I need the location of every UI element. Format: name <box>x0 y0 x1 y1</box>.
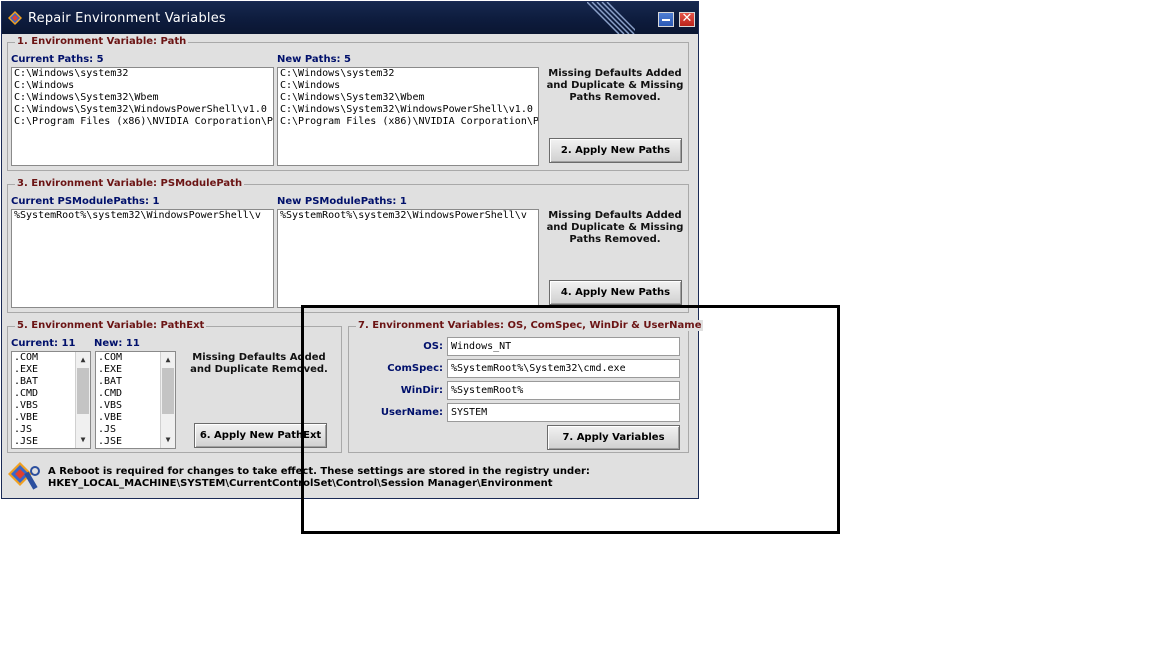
list-item[interactable]: C:\Windows <box>278 80 538 92</box>
current-pathext-label: Current: 11 <box>11 338 76 349</box>
apply-new-psmodulepaths-button[interactable]: 4. Apply New Paths <box>549 280 682 305</box>
path-group-legend: 1. Environment Variable: Path <box>15 36 189 47</box>
title-decoration <box>587 2 635 34</box>
reboot-notice: A Reboot is required for changes to take… <box>48 466 590 477</box>
new-pathext-scrollbar[interactable]: ▲ ▼ <box>160 352 175 448</box>
list-item[interactable]: C:\Windows\System32\WindowsPowerShell\v1… <box>12 104 273 116</box>
current-psmodulepaths-list[interactable]: %SystemRoot%\system32\WindowsPowerShell\… <box>11 209 274 308</box>
repair-environment-variables-window: Repair Environment Variables ✕ 1. Enviro… <box>1 1 704 499</box>
apply-new-paths-button[interactable]: 2. Apply New Paths <box>549 138 682 163</box>
apply-new-pathext-button[interactable]: 6. Apply New PathExt <box>194 423 327 448</box>
current-pathext-scrollbar[interactable]: ▲ ▼ <box>75 352 90 448</box>
scroll-down-arrow-icon[interactable]: ▼ <box>161 433 175 447</box>
new-psmodulepaths-label: New PSModulePaths: 1 <box>277 196 407 207</box>
comspec-field[interactable]: %SystemRoot%\System32\cmd.exe <box>447 359 680 378</box>
path-group: 1. Environment Variable: Path Current Pa… <box>7 36 689 171</box>
title-bar[interactable]: Repair Environment Variables ✕ <box>2 2 698 34</box>
variables-group: 7. Environment Variables: OS, ComSpec, W… <box>348 320 704 453</box>
current-paths-label: Current Paths: 5 <box>11 54 104 65</box>
scroll-thumb[interactable] <box>77 368 89 414</box>
pathext-group: 5. Environment Variable: PathExt Current… <box>7 320 342 453</box>
scroll-up-arrow-icon[interactable]: ▲ <box>161 353 175 367</box>
list-item[interactable]: C:\Program Files (x86)\NVIDIA Corporatio… <box>278 116 538 128</box>
list-item[interactable]: C:\Windows\System32\Wbem <box>278 92 538 104</box>
scroll-down-arrow-icon[interactable]: ▼ <box>76 433 90 447</box>
current-psmodulepaths-label: Current PSModulePaths: 1 <box>11 196 160 207</box>
scroll-thumb[interactable] <box>162 368 174 414</box>
minimize-button[interactable] <box>658 12 674 27</box>
list-item[interactable]: C:\Windows\system32 <box>278 68 538 80</box>
registry-path: HKEY_LOCAL_MACHINE\SYSTEM\CurrentControl… <box>48 478 553 489</box>
apply-variables-button[interactable]: 7. Apply Variables <box>547 425 680 450</box>
username-field[interactable]: SYSTEM <box>447 403 680 422</box>
path-note: Missing Defaults Added and Duplicate & Mi… <box>546 68 684 103</box>
new-pathext-label: New: 11 <box>94 338 140 349</box>
new-psmodulepaths-list[interactable]: %SystemRoot%\system32\WindowsPowerShell\… <box>277 209 539 308</box>
app-icon <box>8 11 22 25</box>
variables-group-legend: 7. Environment Variables: OS, ComSpec, W… <box>356 320 704 331</box>
current-pathext-list[interactable]: .COM .EXE .BAT .CMD .VBS .VBE .JS .JSE ▲ ▼ <box>11 351 91 449</box>
comspec-label: ComSpec: <box>387 363 443 374</box>
list-item[interactable]: %SystemRoot%\system32\WindowsPowerShell\… <box>278 210 538 222</box>
windir-field[interactable]: %SystemRoot% <box>447 381 680 400</box>
psmodulepath-group: 3. Environment Variable: PSModulePath Cu… <box>7 178 689 313</box>
list-item[interactable]: C:\Windows\system32 <box>12 68 273 80</box>
psmodulepath-note: Missing Defaults Added and Duplicate & Mi… <box>546 210 684 245</box>
close-button[interactable]: ✕ <box>679 12 695 27</box>
list-item[interactable]: C:\Program Files (x86)\NVIDIA Corporatio… <box>12 116 273 128</box>
new-paths-list[interactable]: C:\Windows\system32 C:\Windows C:\Windows\… <box>277 67 539 166</box>
scroll-up-arrow-icon[interactable]: ▲ <box>76 353 90 367</box>
psmodulepath-group-legend: 3. Environment Variable: PSModulePath <box>15 178 245 189</box>
os-field[interactable]: Windows_NT <box>447 337 680 356</box>
new-paths-label: New Paths: 5 <box>277 54 351 65</box>
list-item[interactable]: C:\Windows <box>12 80 273 92</box>
os-label: OS: <box>423 341 443 352</box>
new-pathext-list[interactable]: .COM .EXE .BAT .CMD .VBS .VBE .JS .JSE ▲ ▼ <box>95 351 176 449</box>
windir-label: WinDir: <box>400 385 443 396</box>
window-title: Repair Environment Variables <box>28 11 226 26</box>
username-label: UserName: <box>380 407 443 418</box>
pathext-group-legend: 5. Environment Variable: PathExt <box>15 320 207 331</box>
current-paths-list[interactable]: C:\Windows\system32 C:\Windows C:\Windows\… <box>11 67 274 166</box>
tools-icon <box>8 462 40 490</box>
list-item[interactable]: C:\Windows\System32\Wbem <box>12 92 273 104</box>
list-item[interactable]: %SystemRoot%\system32\WindowsPowerShell\… <box>12 210 273 222</box>
list-item[interactable]: C:\Windows\System32\WindowsPowerShell\v1… <box>278 104 538 116</box>
pathext-note: Missing Defaults Added and Duplicate Remo… <box>190 352 328 375</box>
